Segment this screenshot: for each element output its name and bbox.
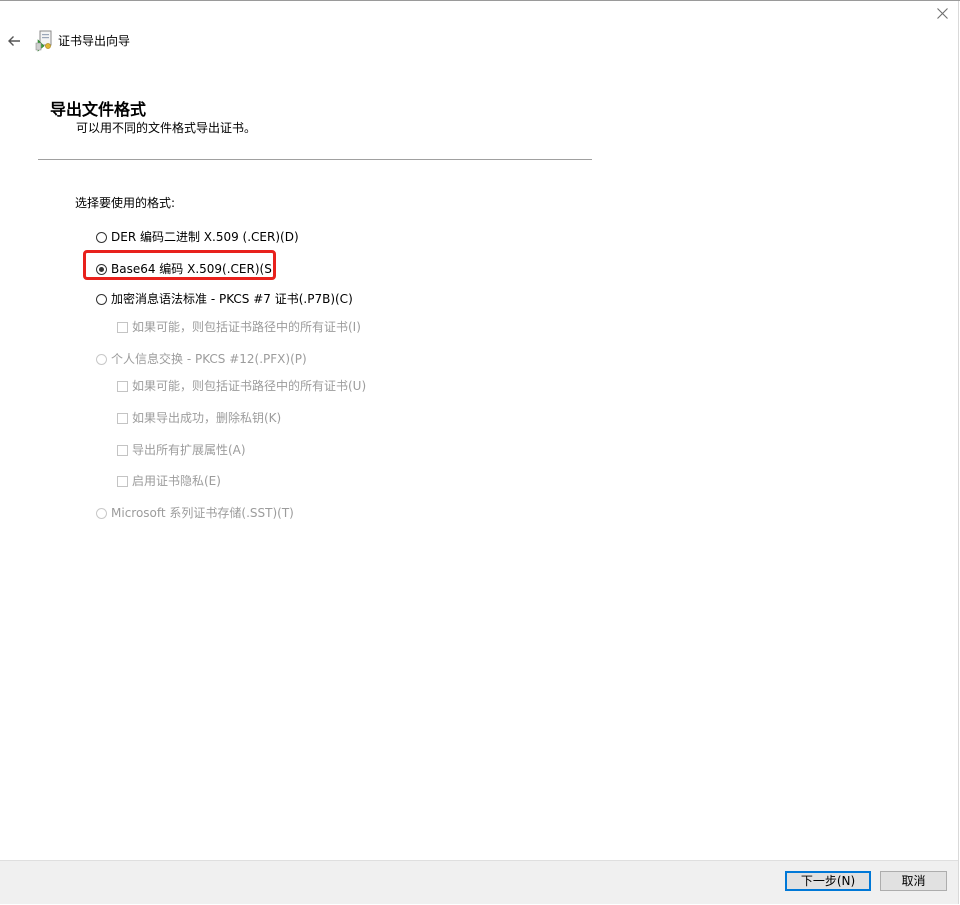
- checkbox-delete-private-key[interactable]: 如果导出成功，删除私钥(K): [117, 410, 281, 426]
- radio-label: Microsoft 系列证书存储(.SST)(T): [111, 506, 294, 520]
- checkbox[interactable]: [117, 412, 128, 424]
- radio-button[interactable]: [96, 293, 107, 305]
- checkbox-label: 启用证书隐私(E): [132, 474, 221, 488]
- checkbox-pfx-include-all[interactable]: 如果可能，则包括证书路径中的所有证书(U): [117, 378, 366, 394]
- back-button[interactable]: [4, 31, 24, 51]
- radio-label: DER 编码二进制 X.509 (.CER)(D): [111, 230, 299, 244]
- checkbox-label: 如果可能，则包括证书路径中的所有证书(I): [132, 320, 361, 334]
- wizard-title: 证书导出向导: [58, 34, 131, 48]
- radio-pkcs7[interactable]: 加密消息语法标准 - PKCS #7 证书(.P7B)(C): [96, 291, 353, 307]
- radio-der-binary[interactable]: DER 编码二进制 X.509 (.CER)(D): [96, 229, 299, 245]
- window-top-edge: [0, 0, 960, 1]
- checkbox[interactable]: [117, 321, 128, 333]
- back-arrow-icon: [8, 36, 20, 46]
- page-subtitle: 可以用不同的文件格式导出证书。: [76, 121, 257, 135]
- radio-pkcs12[interactable]: 个人信息交换 - PKCS #12(.PFX)(P): [96, 351, 307, 367]
- checkbox-enable-privacy[interactable]: 启用证书隐私(E): [117, 473, 221, 489]
- radio-button[interactable]: [96, 231, 107, 243]
- next-button[interactable]: 下一步(N): [785, 871, 871, 891]
- close-button[interactable]: [928, 3, 956, 23]
- radio-label: 加密消息语法标准 - PKCS #7 证书(.P7B)(C): [111, 292, 353, 306]
- radio-button[interactable]: [96, 507, 107, 519]
- checkbox-label: 如果导出成功，删除私钥(K): [132, 411, 282, 425]
- checkbox[interactable]: [117, 380, 128, 392]
- checkbox[interactable]: [117, 444, 128, 456]
- checkbox[interactable]: [117, 475, 128, 487]
- checkbox-label: 导出所有扩展属性(A): [132, 443, 246, 457]
- close-icon: [936, 7, 948, 19]
- certificate-wizard-icon: [35, 30, 52, 52]
- radio-button[interactable]: [96, 353, 107, 365]
- highlight-annotation: [83, 250, 276, 280]
- checkbox-pkcs7-include-all[interactable]: 如果可能，则包括证书路径中的所有证书(I): [117, 319, 361, 335]
- wizard-window: 证书导出向导 导出文件格式 可以用不同的文件格式导出证书。 选择要使用的格式: …: [0, 0, 960, 904]
- format-label: 选择要使用的格式:: [75, 196, 176, 210]
- page-title: 导出文件格式: [50, 100, 147, 119]
- checkbox-export-extended-properties[interactable]: 导出所有扩展属性(A): [117, 442, 246, 458]
- header-divider: [38, 159, 592, 160]
- cancel-button[interactable]: 取消: [880, 871, 947, 891]
- wizard-footer: 下一步(N) 取消: [0, 860, 958, 904]
- radio-label: 个人信息交换 - PKCS #12(.PFX)(P): [111, 352, 307, 366]
- radio-sst[interactable]: Microsoft 系列证书存储(.SST)(T): [96, 505, 294, 521]
- checkbox-label: 如果可能，则包括证书路径中的所有证书(U): [132, 379, 367, 393]
